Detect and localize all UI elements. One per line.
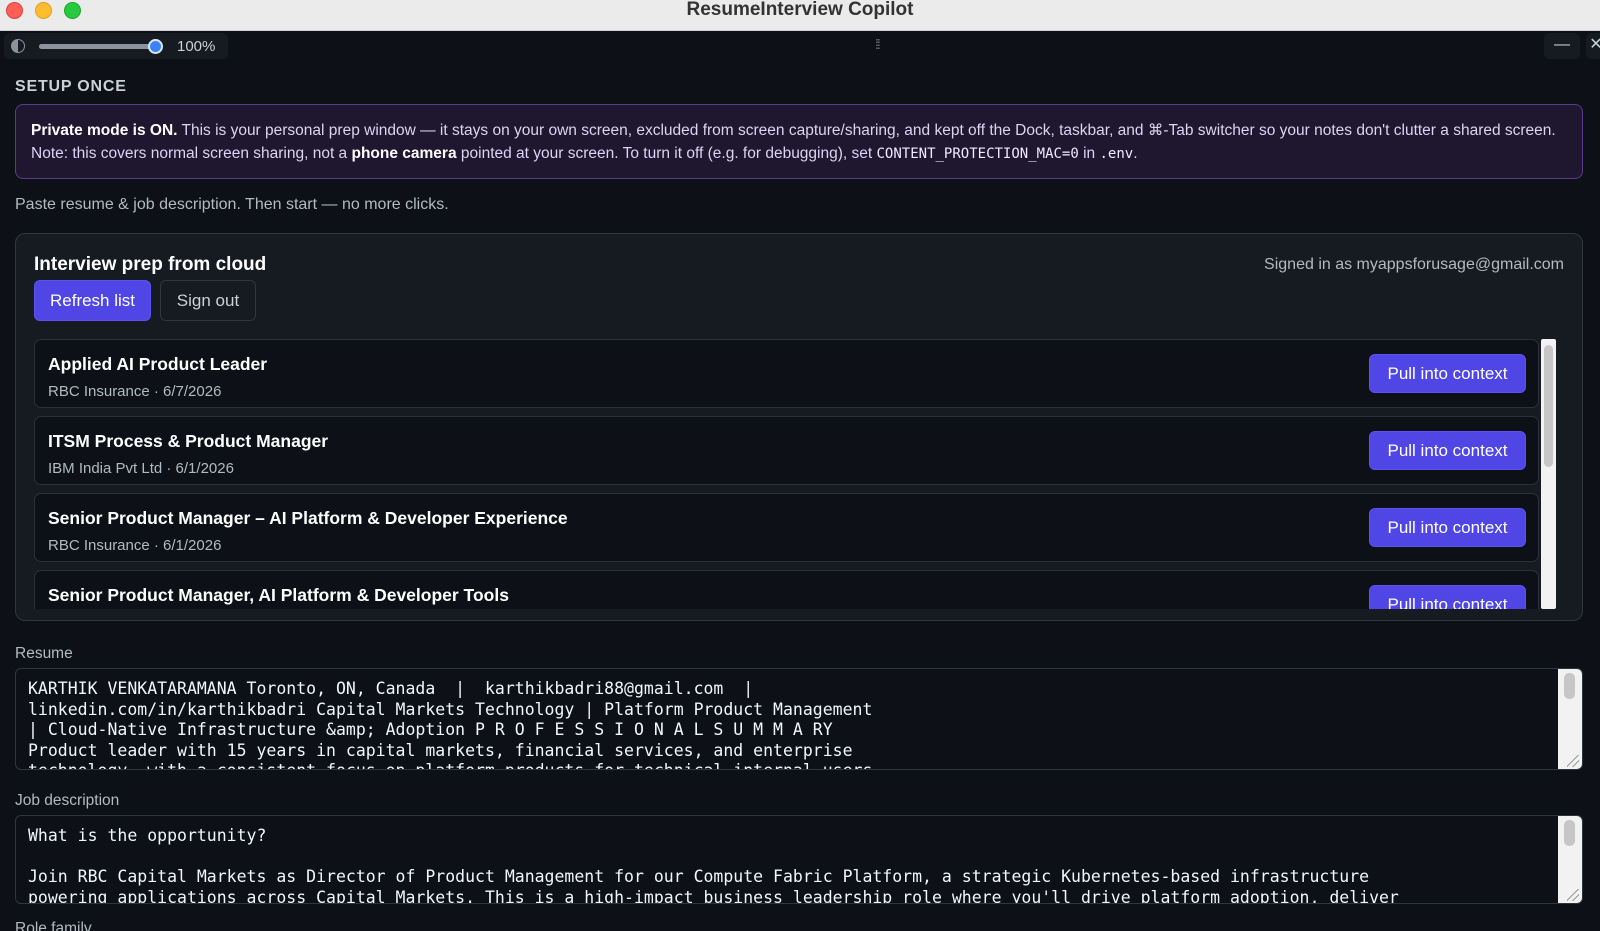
job-list-item: Applied AI Product Leader RBC Insurance … [34, 339, 1539, 408]
pull-into-context-button[interactable]: Pull into context [1369, 585, 1526, 609]
resize-grip-icon[interactable] [1567, 889, 1579, 901]
pull-into-context-button[interactable]: Pull into context [1369, 354, 1526, 393]
job-list-scrollbar[interactable] [1541, 339, 1556, 609]
notice-env-var: CONTENT_PROTECTION_MAC=0 [876, 146, 1079, 162]
opacity-slider-fill [39, 43, 155, 49]
close-window-button[interactable] [6, 2, 23, 19]
pull-into-context-button[interactable]: Pull into context [1369, 431, 1526, 470]
job-title: ITSM Process & Product Manager [48, 431, 329, 451]
setup-hint: Paste resume & job description. Then sta… [15, 196, 449, 213]
role-family-label: Role family [15, 920, 92, 931]
opacity-control: 100% [4, 33, 228, 59]
opacity-slider-thumb[interactable] [148, 38, 163, 54]
notice-lead: Private mode is ON. [31, 122, 178, 139]
zoom-window-button[interactable] [64, 2, 81, 19]
resize-grip-icon[interactable] [1567, 755, 1579, 767]
private-mode-notice: Private mode is ON. This is your persona… [15, 104, 1583, 179]
job-meta: IBM India Pvt Ltd · 6/1/2026 [48, 460, 234, 477]
minimize-window-button[interactable] [35, 2, 52, 19]
resume-label: Resume [15, 645, 73, 662]
job-meta: RBC Insurance · 6/7/2026 [48, 383, 222, 400]
resume-scrollbar[interactable] [1558, 669, 1582, 769]
zoom-level: 100% [177, 37, 216, 55]
job-title: Applied AI Product Leader [48, 354, 268, 374]
job-title: Senior Product Manager – AI Platform & D… [48, 508, 568, 528]
resume-text: KARTHIK VENKATARAMANA Toronto, ON, Canad… [28, 679, 873, 769]
job-title: Senior Product Manager, AI Platform & De… [48, 585, 509, 605]
job-description-textarea[interactable]: What is the opportunity? Join RBC Capita… [15, 815, 1583, 904]
minimize-button[interactable]: — [1544, 33, 1580, 59]
opacity-slider[interactable] [39, 38, 163, 54]
window-title: ResumeInterview Copilot [686, 0, 914, 20]
notice-text-4: . [1133, 145, 1138, 162]
resume-textarea[interactable]: KARTHIK VENKATARAMANA Toronto, ON, Canad… [15, 668, 1583, 770]
cloud-prep-panel: Interview prep from cloud Signed in as m… [15, 233, 1583, 621]
scrollbar-thumb[interactable] [1564, 673, 1575, 699]
contrast-icon [11, 39, 25, 53]
job-description-label: Job description [15, 792, 120, 809]
refresh-list-button[interactable]: Refresh list [34, 280, 151, 321]
panel-title: Interview prep from cloud [34, 254, 267, 275]
toolbar: 100% ⁞⁞ — ✕ [0, 31, 1600, 61]
sign-out-button[interactable]: Sign out [160, 280, 256, 321]
job-list-item: Senior Product Manager, AI Platform & De… [34, 570, 1539, 609]
notice-emphasis: phone camera [351, 145, 457, 162]
job-description-text: What is the opportunity? Join RBC Capita… [28, 826, 1399, 904]
scrollbar-thumb[interactable] [1564, 820, 1575, 846]
job-meta: RBC Insurance · 6/1/2026 [48, 537, 222, 554]
notice-env-file: .env [1099, 146, 1134, 162]
drag-handle-icon[interactable]: ⁞⁞ [875, 36, 881, 52]
notice-text-3: in [1078, 145, 1100, 162]
job-list-item: Senior Product Manager – AI Platform & D… [34, 493, 1539, 562]
section-title: SETUP ONCE [15, 78, 127, 95]
scrollbar-thumb[interactable] [1544, 345, 1553, 467]
window-controls [6, 2, 81, 19]
job-list[interactable]: Applied AI Product Leader RBC Insurance … [34, 339, 1554, 609]
title-bar: ResumeInterview Copilot [0, 0, 1600, 31]
pull-into-context-button[interactable]: Pull into context [1369, 508, 1526, 547]
job-list-item: ITSM Process & Product Manager IBM India… [34, 416, 1539, 485]
close-button[interactable]: ✕ [1586, 33, 1600, 59]
notice-text-2: pointed at your screen. To turn it off (… [456, 145, 877, 162]
signed-in-status: Signed in as myappsforusage@gmail.com [1264, 256, 1564, 273]
